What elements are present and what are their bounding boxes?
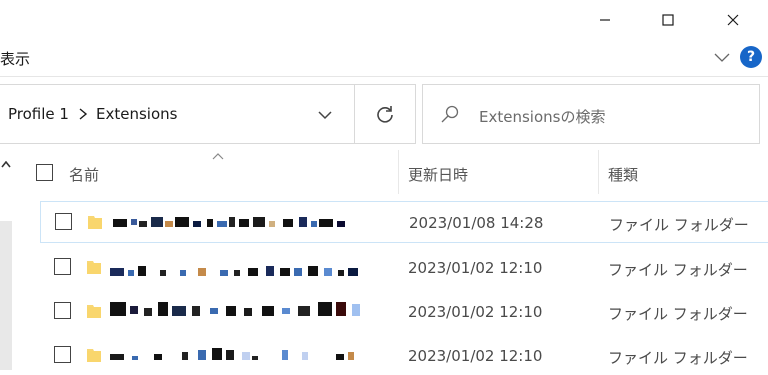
- row-date-modified: 2023/01/02 12:10: [408, 303, 543, 321]
- redacted-folder-name: [110, 348, 354, 360]
- column-divider[interactable]: [598, 150, 599, 194]
- chevron-up-icon: [1, 160, 11, 167]
- redacted-folder-name: [113, 217, 345, 227]
- folder-icon: [87, 349, 101, 362]
- ribbon-tab-view[interactable]: 表示: [0, 48, 30, 69]
- row-type: ファイル フォルダー: [608, 305, 748, 323]
- folder-icon: [87, 261, 101, 274]
- address-history-dropdown[interactable]: [314, 104, 336, 126]
- row-type: ファイル フォルダー: [609, 216, 749, 234]
- chevron-down-icon: [318, 110, 332, 119]
- column-divider[interactable]: [398, 150, 399, 194]
- ribbon-divider: [0, 76, 768, 77]
- chevron-down-icon: [714, 53, 730, 62]
- column-header-date-modified[interactable]: 更新日時: [408, 164, 468, 185]
- file-row[interactable]: 2023/01/02 12:10 ファイル フォルダー: [40, 245, 768, 287]
- column-header-type[interactable]: 種類: [608, 164, 638, 185]
- search-placeholder[interactable]: Extensionsの検索: [479, 106, 605, 127]
- row-type: ファイル フォルダー: [608, 349, 748, 367]
- row-date-modified: 2023/01/08 14:28: [409, 214, 544, 232]
- row-checkbox[interactable]: [54, 346, 71, 363]
- chevron-right-icon[interactable]: [77, 107, 89, 121]
- minimize-icon: [600, 19, 610, 21]
- nav-scrollbar-thumb[interactable]: [0, 221, 12, 370]
- breadcrumb-profile-1[interactable]: Profile 1: [8, 105, 69, 123]
- folder-icon: [87, 305, 101, 318]
- select-all-checkbox[interactable]: [36, 164, 53, 181]
- maximize-button[interactable]: [648, 6, 688, 34]
- column-header-name[interactable]: 名前: [69, 164, 99, 185]
- breadcrumb-extensions[interactable]: Extensions: [96, 105, 177, 123]
- row-checkbox[interactable]: [54, 258, 71, 275]
- nav-scroll-up-arrow[interactable]: [0, 157, 12, 171]
- file-row[interactable]: 2023/01/08 14:28 ファイル フォルダー: [40, 201, 768, 243]
- file-row[interactable]: 2023/01/02 12:10 ファイル フォルダー: [40, 333, 768, 375]
- minimize-button[interactable]: [585, 6, 625, 34]
- redacted-folder-name: [110, 266, 358, 276]
- row-date-modified: 2023/01/02 12:10: [408, 347, 543, 365]
- row-type: ファイル フォルダー: [608, 261, 748, 279]
- refresh-icon: [377, 106, 393, 123]
- close-icon: [727, 14, 739, 26]
- search-icon: [441, 105, 459, 123]
- row-checkbox[interactable]: [54, 302, 71, 319]
- row-date-modified: 2023/01/02 12:10: [408, 259, 543, 277]
- file-row[interactable]: 2023/01/02 12:10 ファイル フォルダー: [40, 289, 768, 331]
- sort-ascending-icon: [212, 153, 224, 160]
- help-icon[interactable]: ?: [740, 46, 762, 68]
- maximize-icon: [662, 14, 674, 26]
- row-checkbox[interactable]: [55, 213, 72, 230]
- redacted-header-area: [102, 150, 398, 195]
- refresh-button[interactable]: [355, 84, 416, 144]
- redacted-folder-name: [110, 302, 360, 316]
- close-button[interactable]: [713, 6, 753, 34]
- ribbon-expand-button[interactable]: [711, 47, 733, 69]
- folder-icon: [88, 216, 102, 229]
